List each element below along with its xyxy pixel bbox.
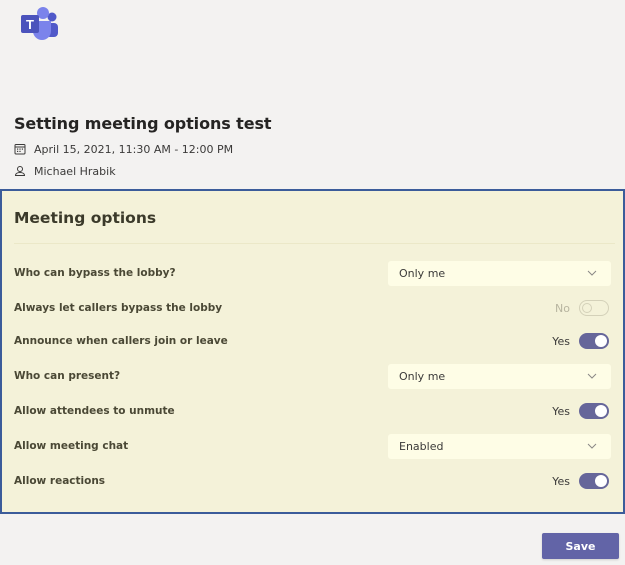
toggle-knob	[595, 405, 607, 417]
who-can-present-select[interactable]: Only me	[388, 363, 611, 389]
option-row-reactions: Allow reactions Yes	[14, 468, 615, 494]
option-label: Allow attendees to unmute	[14, 405, 175, 417]
save-button[interactable]: Save	[542, 533, 619, 559]
attendees-unmute-toggle-group: Yes	[552, 403, 609, 419]
divider	[14, 243, 615, 244]
logo-letter: T	[26, 17, 34, 32]
meeting-header: Setting meeting options test April 15, 2…	[14, 113, 272, 181]
toggle-knob	[582, 303, 592, 313]
person-icon	[14, 165, 26, 177]
option-label: Who can present?	[14, 370, 121, 382]
option-row-announce-callers: Announce when callers join or leave Yes	[14, 328, 615, 354]
option-row-attendees-unmute: Allow attendees to unmute Yes	[14, 398, 615, 424]
option-label: Always let callers bypass the lobby	[14, 302, 223, 314]
meeting-datetime: April 15, 2021, 11:30 AM - 12:00 PM	[34, 142, 234, 156]
chevron-down-icon	[587, 270, 597, 276]
panel-title: Meeting options	[14, 209, 157, 227]
select-value: Only me	[399, 369, 446, 383]
calendar-icon	[14, 143, 26, 155]
announce-callers-toggle-group: Yes	[552, 333, 609, 349]
chevron-down-icon	[587, 443, 597, 449]
reactions-toggle-group: Yes	[552, 473, 609, 489]
toggle-knob	[595, 475, 607, 487]
meeting-chat-select[interactable]: Enabled	[388, 433, 611, 459]
option-label: Allow reactions	[14, 475, 106, 487]
toggle-knob	[595, 335, 607, 347]
option-row-bypass-lobby: Who can bypass the lobby? Only me	[14, 260, 615, 286]
option-row-who-can-present: Who can present? Only me	[14, 363, 615, 389]
meeting-options-panel: Meeting options Who can bypass the lobby…	[0, 189, 625, 514]
toggle-state: Yes	[552, 404, 570, 418]
meeting-title: Setting meeting options test	[14, 114, 272, 133]
toggle-state: Yes	[552, 474, 570, 488]
callers-bypass-toggle[interactable]	[579, 300, 609, 316]
reactions-toggle[interactable]	[579, 473, 609, 489]
callers-bypass-toggle-group: No	[555, 300, 609, 316]
option-label: Who can bypass the lobby?	[14, 267, 176, 279]
bypass-lobby-select[interactable]: Only me	[388, 260, 611, 286]
select-value: Enabled	[399, 439, 444, 453]
option-label: Announce when callers join or leave	[14, 335, 228, 347]
meeting-organizer-row: Michael Hrabik	[14, 161, 271, 181]
select-value: Only me	[399, 266, 446, 280]
announce-callers-toggle[interactable]	[579, 333, 609, 349]
attendees-unmute-toggle[interactable]	[579, 403, 609, 419]
option-label: Allow meeting chat	[14, 440, 129, 452]
meeting-datetime-row: April 15, 2021, 11:30 AM - 12:00 PM	[14, 139, 271, 159]
chevron-down-icon	[587, 373, 597, 379]
option-row-callers-bypass: Always let callers bypass the lobby No	[14, 295, 615, 321]
meeting-organizer: Michael Hrabik	[34, 164, 116, 178]
toggle-state: No	[555, 301, 570, 315]
microsoft-teams-logo-icon: T	[19, 5, 61, 43]
option-row-meeting-chat: Allow meeting chat Enabled	[14, 433, 615, 459]
toggle-state: Yes	[552, 334, 570, 348]
